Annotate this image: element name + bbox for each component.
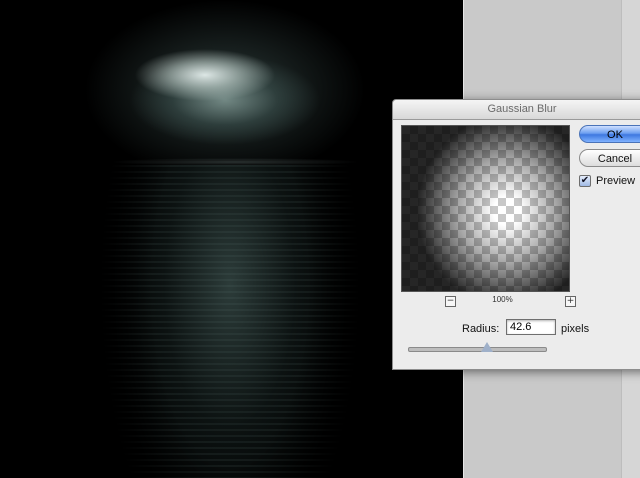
ok-button[interactable]: OK bbox=[579, 125, 640, 143]
zoom-in-button[interactable]: + bbox=[565, 296, 576, 307]
preview-checkbox[interactable]: ✔ bbox=[579, 175, 591, 187]
zoom-out-button[interactable]: − bbox=[445, 296, 456, 307]
preview-checkbox-label[interactable]: Preview bbox=[596, 175, 635, 187]
gaussian-blur-dialog: Gaussian Blur − 100% + Radius: pixels OK… bbox=[392, 99, 640, 370]
zoom-controls: − 100% + bbox=[445, 295, 576, 308]
dialog-title[interactable]: Gaussian Blur bbox=[393, 100, 640, 120]
radius-slider-thumb[interactable] bbox=[481, 342, 494, 352]
radius-slider-track[interactable] bbox=[408, 347, 547, 352]
preview-image bbox=[402, 126, 569, 291]
radius-units: pixels bbox=[561, 323, 590, 335]
radius-input[interactable] bbox=[506, 319, 556, 335]
cancel-button[interactable]: Cancel bbox=[579, 149, 640, 167]
radius-label: Radius: bbox=[462, 323, 500, 335]
blur-preview-window[interactable] bbox=[401, 125, 570, 292]
zoom-level: 100% bbox=[492, 295, 513, 304]
